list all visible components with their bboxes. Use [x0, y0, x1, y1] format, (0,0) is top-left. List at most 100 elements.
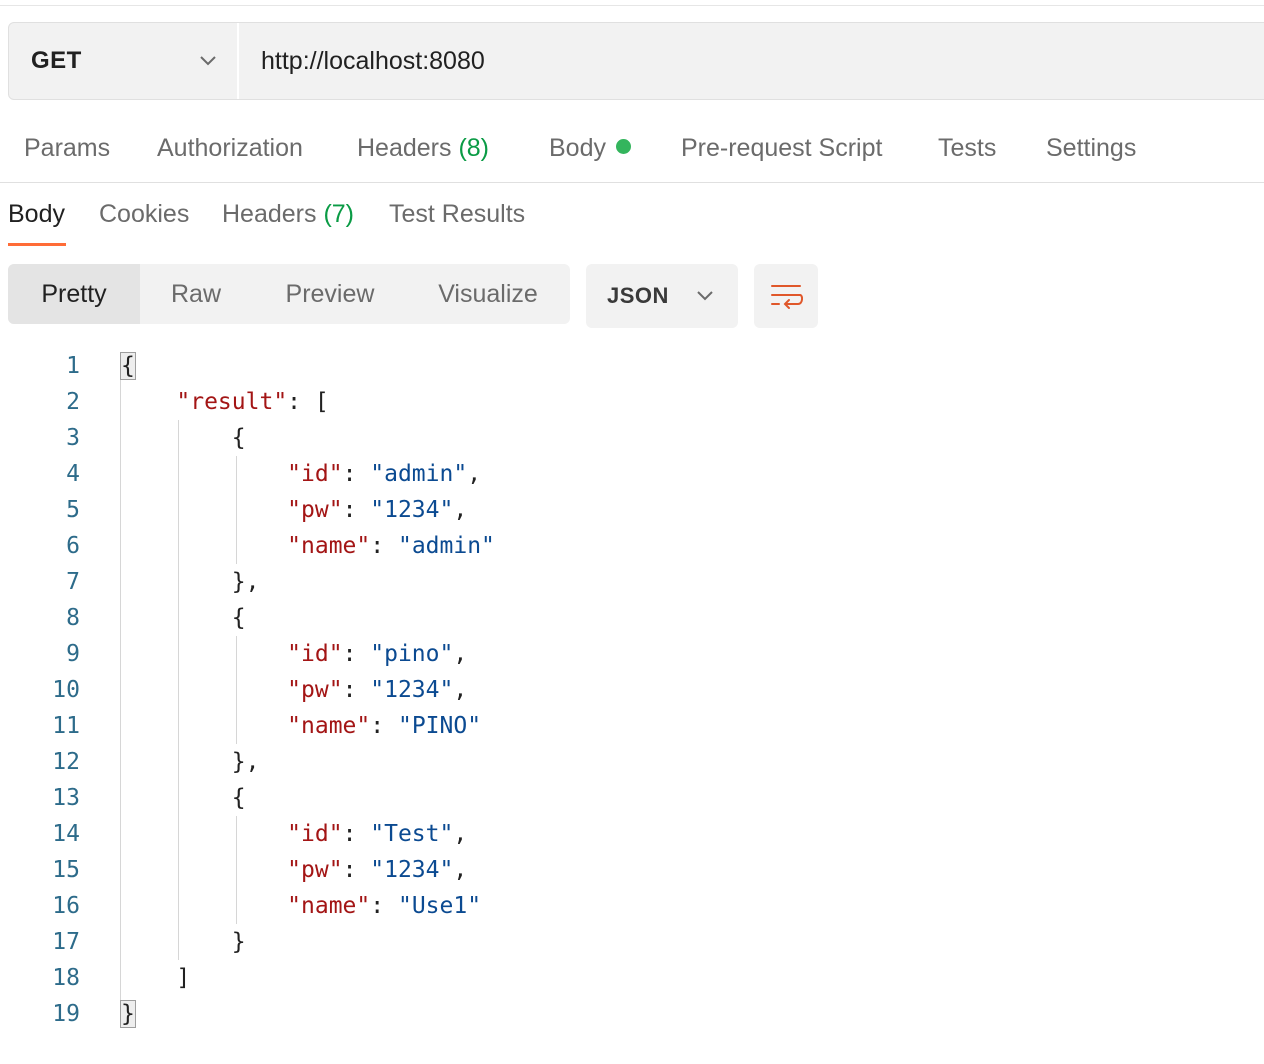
tab-body[interactable]: Body	[549, 134, 631, 163]
response-tab-body[interactable]: Body	[8, 200, 65, 229]
json-string: "1234"	[370, 677, 454, 703]
view-raw-button[interactable]: Raw	[140, 264, 252, 324]
line-number: 3	[66, 425, 80, 451]
tab-tests[interactable]: Tests	[938, 134, 996, 163]
line-number: 12	[52, 749, 80, 775]
method-select[interactable]: GET	[9, 23, 239, 99]
response-tab-test-results-label: Test Results	[389, 200, 526, 228]
wrap-lines-icon	[771, 285, 803, 309]
json-key: "id"	[287, 641, 343, 667]
json-key: "result"	[176, 389, 288, 415]
code-line: 3 {	[0, 420, 1264, 456]
line-number: 8	[66, 605, 80, 631]
code-line: 7 },	[0, 564, 1264, 600]
line-number: 7	[66, 569, 80, 595]
line-number: 13	[52, 785, 80, 811]
chevron-down-icon	[200, 56, 216, 66]
line-number: 14	[52, 821, 80, 847]
active-tab-indicator	[8, 243, 66, 246]
code-line: 11 "name": "PINO"	[0, 708, 1264, 744]
code-line: 6 "name": "admin"	[0, 528, 1264, 564]
tab-prerequest-label: Pre-request Script	[681, 134, 883, 162]
line-number: 19	[52, 1001, 80, 1027]
line-number: 11	[52, 713, 80, 739]
section-divider	[0, 182, 1264, 183]
code-line: 1{	[0, 348, 1264, 384]
json-string: "1234"	[370, 857, 454, 883]
code-line: 16 "name": "Use1"	[0, 888, 1264, 924]
code-line: 12 },	[0, 744, 1264, 780]
tab-headers[interactable]: Headers (8)	[357, 134, 489, 163]
code-line: 17 }	[0, 924, 1264, 960]
json-key: "name"	[287, 533, 371, 559]
format-select[interactable]: JSON	[586, 264, 738, 328]
tab-authorization[interactable]: Authorization	[157, 134, 303, 163]
json-string: "Use1"	[397, 893, 482, 919]
line-number: 15	[52, 857, 80, 883]
view-visualize-button[interactable]: Visualize	[418, 264, 558, 324]
code-line: 19}	[0, 996, 1264, 1032]
body-status-dot	[615, 139, 631, 154]
json-string: "admin"	[370, 461, 468, 487]
tab-prerequest-script[interactable]: Pre-request Script	[681, 134, 882, 163]
code-line: 2 "result": [	[0, 384, 1264, 420]
tab-authorization-label: Authorization	[157, 134, 303, 162]
response-tab-test-results[interactable]: Test Results	[389, 200, 525, 229]
json-key: "name"	[287, 893, 371, 919]
json-key: "name"	[287, 713, 371, 739]
response-tab-body-label: Body	[8, 200, 65, 228]
line-number: 18	[52, 965, 80, 991]
json-key: "pw"	[287, 677, 343, 703]
request-tabs: Params Authorization Headers (8) Body Pr…	[0, 120, 1264, 180]
json-string: "pino"	[370, 641, 454, 667]
format-select-label: JSON	[607, 283, 669, 308]
line-number: 9	[66, 641, 80, 667]
code-line: 8 {	[0, 600, 1264, 636]
code-line: 9 "id": "pino",	[0, 636, 1264, 672]
url-text: http://localhost:8080	[261, 46, 485, 75]
method-label: GET	[31, 47, 82, 74]
response-headers-count-badge: (7)	[323, 200, 355, 228]
view-preview-button[interactable]: Preview	[264, 264, 396, 324]
line-number: 6	[66, 533, 80, 559]
wrap-lines-button[interactable]	[754, 264, 818, 328]
view-pretty-button[interactable]: Pretty	[8, 264, 140, 324]
response-tab-cookies-label: Cookies	[99, 200, 190, 228]
response-body-code: 1{ 2 "result": [ 3 { 4 "id": "admin", 5 …	[0, 348, 1264, 1032]
request-bar: GET http://localhost:8080	[8, 22, 1264, 100]
line-number: 10	[52, 677, 80, 703]
line-number: 1	[66, 353, 80, 379]
response-tab-cookies[interactable]: Cookies	[99, 200, 189, 229]
tab-body-label: Body	[549, 134, 606, 162]
response-tab-headers-label: Headers	[222, 200, 317, 228]
tab-settings[interactable]: Settings	[1046, 134, 1136, 163]
tab-params-label: Params	[24, 134, 111, 162]
code-line: 18 ]	[0, 960, 1264, 996]
code-line: 13 {	[0, 780, 1264, 816]
code-line: 10 "pw": "1234",	[0, 672, 1264, 708]
json-key: "pw"	[287, 497, 343, 523]
tab-params[interactable]: Params	[24, 134, 110, 163]
response-tab-headers[interactable]: Headers (7)	[222, 200, 354, 229]
code-line: 14 "id": "Test",	[0, 816, 1264, 852]
chevron-down-icon	[697, 291, 713, 301]
code-line: 4 "id": "admin",	[0, 456, 1264, 492]
json-string: "PINO"	[397, 713, 482, 739]
json-key: "id"	[287, 821, 343, 847]
url-input[interactable]: http://localhost:8080	[239, 23, 1264, 99]
line-number: 17	[52, 929, 80, 955]
tab-headers-label: Headers	[357, 134, 452, 162]
code-line: 5 "pw": "1234",	[0, 492, 1264, 528]
matched-brace: {	[120, 352, 136, 380]
tab-tests-label: Tests	[938, 134, 997, 162]
tab-settings-label: Settings	[1046, 134, 1137, 162]
matched-brace: }	[120, 1000, 136, 1028]
json-string: "admin"	[397, 533, 495, 559]
line-number: 2	[66, 389, 80, 415]
line-number: 4	[66, 461, 80, 487]
json-key: "id"	[287, 461, 343, 487]
line-number: 16	[52, 893, 80, 919]
line-number: 5	[66, 497, 80, 523]
view-mode-group: Pretty Raw Preview Visualize	[8, 264, 570, 324]
headers-count-badge: (8)	[458, 134, 490, 162]
